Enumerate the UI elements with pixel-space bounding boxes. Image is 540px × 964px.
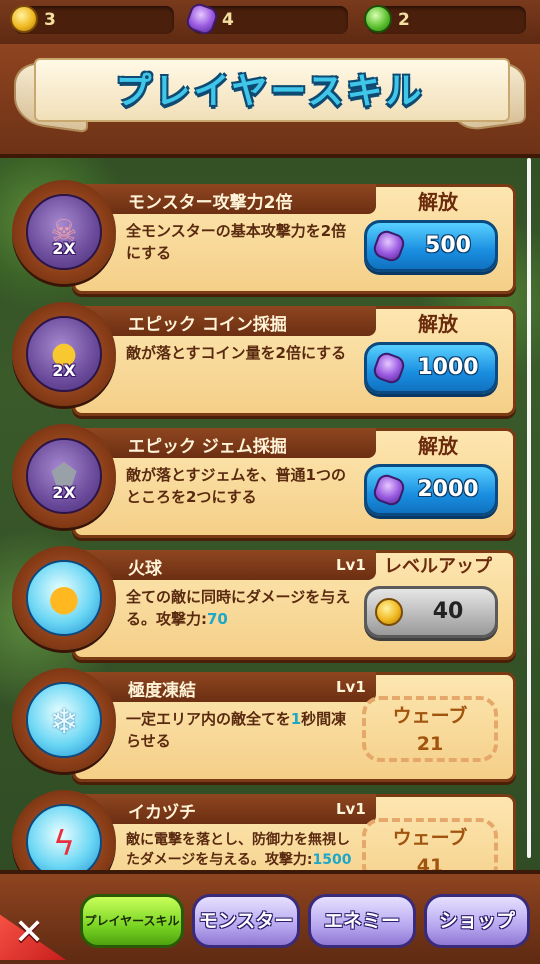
- wave-label: ウェーブ: [392, 827, 468, 849]
- page-title: プレイヤースキル: [115, 71, 425, 112]
- ice-crystal-icon: ❄: [26, 682, 102, 758]
- pig-skull-icon: ☠ 2X: [26, 194, 102, 270]
- purple-gem-icon: [184, 1, 220, 37]
- desc-text: 全ての敵に同時にダメージを与える。攻撃力:: [126, 588, 351, 628]
- emerald-count: 2: [398, 10, 410, 30]
- scrollbar[interactable]: [527, 158, 531, 858]
- attack-value: 70: [207, 610, 228, 628]
- cost-value: 40: [432, 599, 464, 624]
- unlock-label: 解放: [418, 190, 458, 214]
- coin-icon: [375, 598, 403, 626]
- green-gem-icon: [364, 5, 392, 33]
- unlock-button[interactable]: 1000: [364, 342, 498, 394]
- skill-name-bar: [72, 794, 376, 824]
- wave-label: ウェーブ: [392, 705, 468, 727]
- lightning-icon: ϟ: [26, 804, 102, 870]
- currency-bar: 3 4 2: [0, 0, 540, 47]
- levelup-label: レベルアップ: [384, 556, 492, 577]
- tab-enemy[interactable]: エネミー: [308, 894, 416, 948]
- multiplier-tag: 2X: [52, 239, 76, 258]
- wave-number: 21: [416, 733, 444, 755]
- multiplier-tag: 2X: [52, 361, 76, 380]
- emerald-counter: 2: [364, 5, 526, 34]
- skill-description: 敵に電撃を落とし、防御力を無視したダメージを与える。攻撃力:1500: [126, 830, 358, 870]
- cost-value: 1000: [417, 355, 479, 380]
- skill-card: 火球 Lv1 全ての敵に同時にダメージを与える。攻撃力:70 レベルアップ 40…: [12, 546, 516, 660]
- unlock-button[interactable]: 2000: [364, 464, 498, 516]
- gem-counter: 4: [184, 1, 348, 37]
- skill-list[interactable]: モンスター攻撃力2倍 全モンスターの基本攻撃力を2倍にする 解放 500 ☠ 2…: [0, 158, 540, 870]
- unlock-label: 解放: [418, 434, 458, 458]
- skill-level: Lv1: [336, 556, 366, 574]
- skill-icon-frame: ⬟ 2X: [12, 424, 116, 528]
- unlock-label: 解放: [418, 312, 458, 336]
- skill-name: イカヅチ: [128, 803, 196, 823]
- skill-icon-frame: ☠ 2X: [12, 180, 116, 284]
- skill-name: モンスター攻撃力2倍: [128, 193, 293, 213]
- purple-gem-icon: [371, 350, 407, 386]
- coin-icon: ● 2X: [26, 316, 102, 392]
- purple-gem-icon: [371, 472, 407, 508]
- skill-card: エピック コイン採掘 敵が落とすコイン量を2倍にする 解放 1000 ● 2X: [12, 302, 516, 416]
- close-icon[interactable]: ✕: [14, 912, 44, 953]
- gem-rock-icon: ⬟ 2X: [26, 438, 102, 514]
- desc-text: 一定エリア内の敵全てを: [126, 710, 291, 728]
- skill-level: Lv1: [336, 678, 366, 696]
- skill-icon-frame: ●: [12, 546, 116, 650]
- skill-level: Lv1: [336, 800, 366, 818]
- tab-player-skill[interactable]: プレイヤースキル: [80, 894, 184, 948]
- skill-icon-frame: ● 2X: [12, 302, 116, 406]
- fireball-icon: ●: [26, 560, 102, 636]
- skill-name: 火球: [128, 559, 162, 579]
- skill-description: 全ての敵に同時にダメージを与える。攻撃力:70: [126, 586, 358, 630]
- skill-name-bar: [72, 550, 376, 580]
- title-banner: プレイヤースキル: [14, 54, 526, 134]
- skill-icon-frame: ❄: [12, 668, 116, 772]
- skill-name: 極度凍結: [128, 681, 196, 701]
- coin-count: 3: [44, 10, 56, 30]
- tab-shop[interactable]: ショップ: [424, 894, 530, 948]
- skill-card: モンスター攻撃力2倍 全モンスターの基本攻撃力を2倍にする 解放 500 ☠ 2…: [12, 180, 516, 294]
- coin-counter: 3: [10, 5, 174, 34]
- skill-name: エピック ジェム採掘: [128, 437, 287, 457]
- gem-count: 4: [222, 10, 234, 30]
- skill-name-bar: [72, 672, 376, 702]
- levelup-button[interactable]: 40: [364, 586, 498, 638]
- skill-description: 一定エリア内の敵全てを1秒間凍らせる: [126, 708, 358, 752]
- wave-requirement: ウェーブ 41: [362, 818, 498, 870]
- purple-gem-icon: [371, 228, 407, 264]
- header: プレイヤースキル: [0, 44, 540, 158]
- tab-monster[interactable]: モンスター: [192, 894, 300, 948]
- wave-requirement: ウェーブ 21: [362, 696, 498, 762]
- cost-value: 500: [425, 233, 471, 258]
- wave-number: 41: [416, 855, 444, 870]
- unlock-button[interactable]: 500: [364, 220, 498, 272]
- cost-value: 2000: [417, 477, 479, 502]
- coin-icon: [10, 5, 38, 33]
- freeze-seconds: 1: [290, 710, 302, 728]
- attack-value: 1500: [312, 852, 352, 868]
- skill-description: 敵が落とすジェムを、普通1つのところを2つにする: [126, 466, 346, 506]
- multiplier-tag: 2X: [52, 483, 76, 502]
- skill-description: 敵が落とすコイン量を2倍にする: [126, 344, 347, 362]
- skill-card: 極度凍結 Lv1 一定エリア内の敵全てを1秒間凍らせる ウェーブ 21 ❄: [12, 668, 516, 782]
- skill-card: エピック ジェム採掘 敵が落とすジェムを、普通1つのところを2つにする 解放 2…: [12, 424, 516, 538]
- skill-card: イカヅチ Lv1 敵に電撃を落とし、防御力を無視したダメージを与える。攻撃力:1…: [12, 790, 516, 870]
- skill-name: エピック コイン採掘: [128, 315, 287, 335]
- skill-description: 全モンスターの基本攻撃力を2倍にする: [126, 222, 347, 262]
